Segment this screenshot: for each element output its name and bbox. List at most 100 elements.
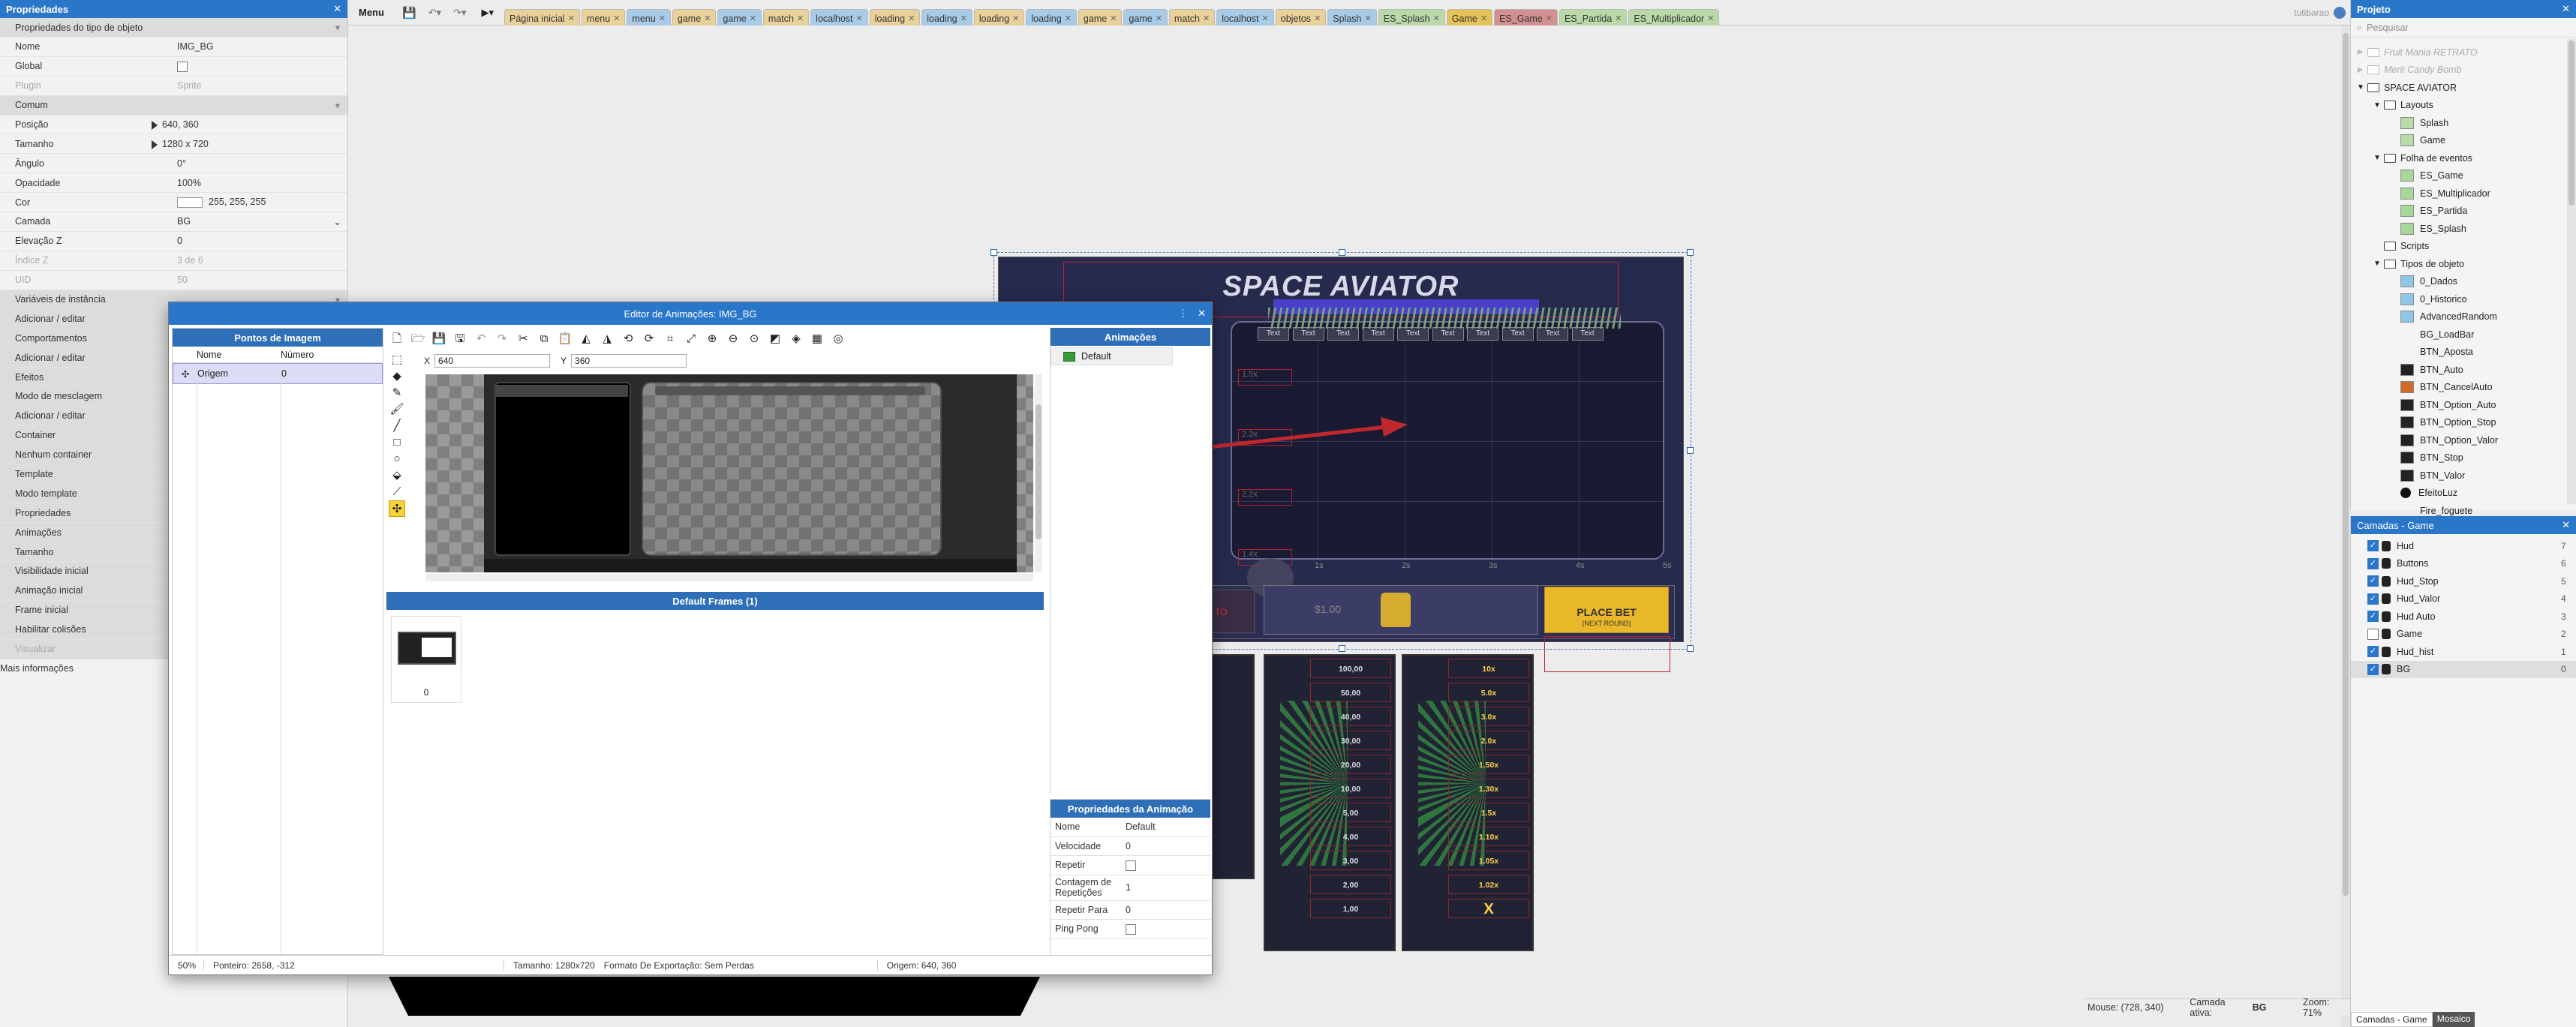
grid-icon[interactable]: ▦ — [809, 331, 825, 347]
anim-prop-row[interactable]: Ping Pong — [1051, 920, 1210, 939]
layer-visible-checkbox[interactable]: ✓ — [2367, 611, 2379, 623]
expand-icon[interactable]: ▶ — [2357, 66, 2367, 74]
menu-button[interactable]: Menu — [348, 7, 395, 18]
close-tab-icon[interactable]: ✕ — [1262, 14, 1269, 23]
close-tab-icon[interactable]: ✕ — [1110, 14, 1117, 23]
new-icon[interactable]: 🗋 — [389, 331, 405, 347]
image-editor-canvas[interactable] — [425, 374, 1033, 572]
layer-row[interactable]: ✓ Hud_hist 1 — [2351, 643, 2576, 661]
image-point-row[interactable]: ✣ Origem 0 — [173, 363, 383, 384]
close-tab-icon[interactable]: ✕ — [856, 14, 863, 23]
flight-viewport[interactable] — [1231, 321, 1664, 560]
project-tree-item[interactable]: Game — [2351, 132, 2576, 150]
flip-icon[interactable]: ◭ — [578, 331, 594, 347]
lock-icon[interactable] — [2382, 629, 2391, 640]
layer-row[interactable]: ✓ BG 0 — [2351, 660, 2576, 678]
layer-row[interactable]: ✓ Hud_Valor 4 — [2351, 590, 2576, 608]
project-tree-item[interactable]: ▼ Tipos de objeto — [2351, 255, 2576, 273]
expand-icon[interactable]: ▼ — [2373, 260, 2384, 268]
animation-editor-window[interactable]: Editor de Animações: IMG_BG ⋮ ✕ Pontos d… — [168, 302, 1213, 975]
save-as-icon[interactable]: 🖫 — [452, 331, 468, 347]
layer-visible-checkbox[interactable]: ✓ — [2367, 646, 2379, 658]
project-tree-item[interactable]: ES_Partida — [2351, 203, 2576, 221]
layer-row[interactable]: ✓ Hud Auto 3 — [2351, 608, 2576, 626]
property-row[interactable]: Plugin Sprite — [0, 77, 347, 96]
close-tab-icon[interactable]: ✕ — [1480, 14, 1487, 23]
property-value[interactable]: 255, 255, 255 — [174, 197, 347, 208]
property-row[interactable]: Ângulo 0° — [0, 154, 347, 174]
project-tree-item[interactable]: Splash — [2351, 114, 2576, 132]
background-icon[interactable]: ◩ — [767, 331, 783, 347]
close-tab-icon[interactable]: ✕ — [659, 14, 666, 23]
anim-prop-value[interactable]: 0 — [1123, 841, 1210, 851]
project-tree-item[interactable]: ▼ Folha de eventos — [2351, 149, 2576, 167]
close-tab-icon[interactable]: ✕ — [797, 14, 804, 23]
property-value[interactable]: IMG_BG — [174, 41, 347, 52]
lock-icon[interactable] — [2382, 646, 2391, 657]
close-icon[interactable]: ✕ — [2562, 3, 2570, 15]
animation-item[interactable]: Default — [1051, 347, 1173, 365]
project-tree-item[interactable]: BTN_Stop — [2351, 449, 2576, 467]
property-value[interactable]: 100% — [174, 178, 347, 188]
target-icon[interactable]: ◎ — [830, 331, 846, 347]
property-row[interactable]: Índice Z 3 de 6 — [0, 251, 347, 271]
lock-icon[interactable] — [2382, 558, 2391, 569]
expand-icon[interactable] — [152, 140, 158, 149]
property-value[interactable]: BG ⌄ — [174, 216, 347, 227]
property-value[interactable]: 0 — [174, 236, 347, 246]
property-row[interactable]: Opacidade 100% — [0, 173, 347, 194]
project-tree-item[interactable]: ES_Game — [2351, 167, 2576, 185]
property-row[interactable]: Elevação Z 0 — [0, 232, 347, 251]
anim-prop-value[interactable]: Default — [1123, 821, 1210, 832]
close-tab-icon[interactable]: ✕ — [1314, 14, 1321, 23]
layer-visible-checkbox[interactable]: ✓ — [2367, 557, 2379, 569]
close-icon[interactable]: ✕ — [1198, 308, 1206, 320]
open-folder-icon[interactable]: 🗁 — [410, 331, 426, 347]
project-tree-item[interactable]: BTN_Option_Stop — [2351, 414, 2576, 432]
section-object-type[interactable]: Propriedades do tipo de objeto ▾ — [0, 18, 347, 38]
close-tab-icon[interactable]: ✕ — [960, 14, 967, 23]
project-tree-item[interactable]: ▼ SPACE AVIATOR — [2351, 79, 2576, 97]
property-row[interactable]: Cor 255, 255, 255 — [0, 193, 347, 213]
rotate-left-icon[interactable]: ⟲ — [620, 331, 636, 347]
eyedropper-tool-icon[interactable]: ⟋ — [389, 484, 405, 500]
project-tree-item[interactable]: BTN_Auto — [2351, 361, 2576, 379]
anim-prop-value[interactable] — [1123, 923, 1210, 935]
close-tab-icon[interactable]: ✕ — [613, 14, 620, 23]
close-tab-icon[interactable]: ✕ — [1707, 14, 1714, 23]
close-tab-icon[interactable]: ✕ — [1012, 14, 1019, 23]
property-value[interactable]: 0° — [174, 158, 347, 169]
property-row[interactable]: Tamanho 1280 x 720 — [0, 134, 347, 155]
select-tool-icon[interactable]: ⬚ — [389, 352, 405, 368]
layer-row[interactable]: ✓ Hud 7 — [2351, 537, 2576, 555]
project-search[interactable]: ⌕ Pesquisar — [2351, 18, 2576, 38]
user-avatar-icon[interactable] — [2334, 6, 2346, 19]
project-tree-item[interactable]: 0_Dados — [2351, 273, 2576, 291]
layers-icon[interactable]: ◈ — [788, 331, 804, 347]
project-tree-item[interactable]: BG_LoadBar — [2351, 326, 2576, 344]
tab-tilemap[interactable]: Mosaico — [2432, 1012, 2475, 1027]
play-icon[interactable]: ▶▾ — [473, 7, 504, 19]
layer-row[interactable]: Game 2 — [2351, 626, 2576, 644]
project-tree-item[interactable]: BTN_CancelAuto — [2351, 379, 2576, 397]
close-tab-icon[interactable]: ✕ — [1546, 14, 1553, 23]
layer-visible-checkbox[interactable]: ✓ — [2367, 593, 2379, 605]
global-checkbox[interactable] — [177, 61, 188, 72]
zoom-in-icon[interactable]: ⊕ — [704, 331, 720, 347]
ellipse-tool-icon[interactable]: ○ — [389, 451, 405, 467]
layer-visible-checkbox[interactable]: ✓ — [2367, 540, 2379, 552]
redo-icon[interactable]: ↷▾ — [446, 7, 473, 19]
layer-row[interactable]: ✓ Hud_Stop 5 — [2351, 572, 2576, 590]
close-tab-icon[interactable]: ✕ — [1203, 14, 1210, 23]
line-tool-icon[interactable]: ╱ — [389, 418, 405, 434]
cut-icon[interactable]: ✂ — [515, 331, 531, 347]
property-value[interactable]: 640, 360 — [149, 119, 347, 130]
project-tree-item[interactable]: Scripts — [2351, 238, 2576, 256]
x-input[interactable]: 640 — [434, 354, 551, 368]
expand-icon[interactable]: ▶ — [2357, 48, 2367, 56]
property-row[interactable]: Posição 640, 360 — [0, 116, 347, 135]
anim-prop-row[interactable]: Repetir Para 0 — [1051, 901, 1210, 920]
chevron-up-icon[interactable]: ▾ — [335, 22, 340, 33]
layout-object-bottom[interactable] — [389, 977, 1040, 1016]
project-tree-item[interactable]: AdvancedRandom — [2351, 308, 2576, 326]
